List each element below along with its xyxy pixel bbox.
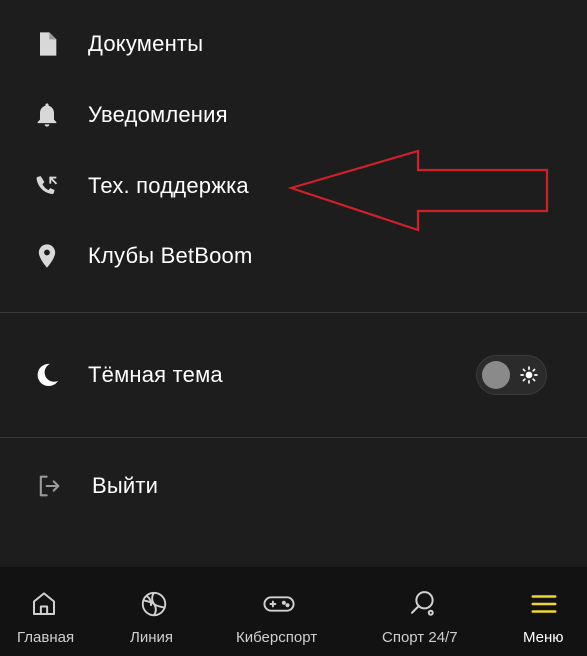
menu-item-label: Документы [88,31,204,56]
gamepad-icon [263,596,295,612]
document-icon [33,30,61,58]
menu-item-support[interactable]: Тех. поддержка [0,158,587,214]
ball-icon [141,591,167,617]
menu-item-documents[interactable]: Документы [0,16,587,72]
menu-item-label: Тёмная тема [88,362,223,387]
phone-support-icon [33,172,61,200]
nav-item-sport-247[interactable]: Спорт 24/7 [375,567,475,656]
nav-item-menu[interactable]: Меню [505,567,587,656]
menu-item-notifications[interactable]: Уведомления [0,87,587,143]
nav-item-home[interactable]: Главная [0,567,88,656]
moon-icon [33,361,61,389]
divider [0,312,587,313]
dark-theme-toggle[interactable] [476,355,547,395]
logout-icon [35,472,63,500]
location-pin-icon [33,242,61,270]
menu-item-label: Выйти [92,473,159,498]
menu-screen: Документы Уведомления Тех. поддержка Клу… [0,0,587,656]
bell-icon [33,101,61,129]
hamburger-menu-icon [531,595,557,613]
sun-icon [520,366,538,384]
menu-item-label: Тех. поддержка [88,173,249,198]
menu-item-clubs[interactable]: Клубы BetBoom [0,228,587,284]
divider [0,437,587,438]
menu-item-label: Уведомления [88,102,228,127]
nav-label: Киберспорт [236,629,318,646]
menu-item-label: Клубы BetBoom [88,243,253,268]
nav-label: Меню [523,629,564,646]
ping-pong-icon [411,591,434,616]
nav-item-line[interactable]: Линия [110,567,198,656]
toggle-knob [482,361,510,389]
menu-item-logout[interactable]: Выйти [0,458,587,514]
nav-label: Линия [130,629,174,646]
home-icon [33,592,55,615]
bottom-navigation: Главная Линия Киберспорт Спорт 24/7 Меню [0,567,587,656]
nav-label: Спорт 24/7 [382,629,458,646]
nav-label: Главная [17,629,75,646]
nav-item-esports[interactable]: Киберспорт [230,567,330,656]
